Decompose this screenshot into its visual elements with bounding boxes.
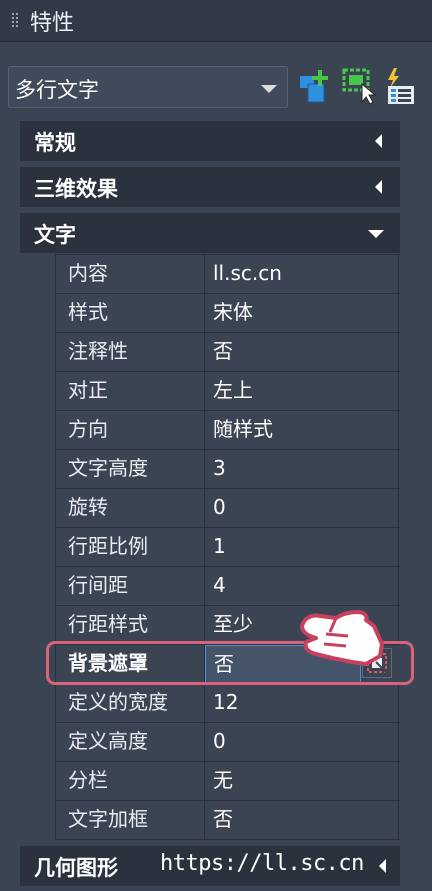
select-objects-icon — [342, 68, 377, 105]
property-name: 行距样式 — [56, 606, 205, 644]
toggle-pickadd-button[interactable] — [382, 66, 418, 106]
property-name: 文字加框 — [56, 801, 205, 839]
object-type-value: 多行文字 — [15, 78, 99, 102]
palette-title: 特性 — [30, 11, 75, 36]
quick-select-add-button[interactable] — [296, 66, 332, 106]
property-row-text-frame[interactable]: 文字加框 否 — [56, 801, 400, 840]
section-3d-effects-label: 三维效果 — [34, 177, 118, 201]
section-general[interactable]: 常规 — [20, 121, 400, 161]
property-name: 方向 — [56, 411, 205, 449]
property-value[interactable]: 4 — [205, 567, 399, 605]
property-name: 行间距 — [56, 567, 205, 605]
property-row-direction[interactable]: 方向 随样式 — [56, 411, 400, 450]
property-name: 内容 — [56, 255, 205, 293]
quick-select-add-icon — [300, 70, 328, 103]
toggle-pickadd-icon — [388, 68, 414, 104]
property-name: 旋转 — [56, 489, 205, 527]
section-text[interactable]: 文字 — [20, 213, 400, 253]
property-value[interactable]: ll.sc.cn — [205, 255, 399, 293]
property-row-line-spacing[interactable]: 行间距 4 — [56, 567, 400, 606]
expand-arrow-icon — [368, 230, 384, 238]
section-text-label: 文字 — [34, 223, 76, 247]
property-name: 样式 — [56, 294, 205, 332]
property-value[interactable]: 宋体 — [205, 294, 399, 332]
property-name: 对正 — [56, 372, 205, 410]
collapse-arrow-icon — [375, 134, 382, 148]
property-value[interactable]: 否 — [205, 333, 399, 371]
palette-title-bar[interactable]: 特性 — [0, 0, 432, 42]
property-row-line-space-factor[interactable]: 行距比例 1 — [56, 528, 400, 567]
pointing-hand-icon — [300, 610, 384, 666]
property-value[interactable]: 0 — [205, 723, 399, 761]
select-objects-button[interactable] — [340, 66, 377, 106]
property-row-defined-height[interactable]: 定义高度 0 — [56, 723, 400, 762]
property-row-defined-width[interactable]: 定义的宽度 12 — [56, 684, 400, 723]
property-value[interactable]: 随样式 — [205, 411, 399, 449]
property-row-content[interactable]: 内容 ll.sc.cn — [56, 255, 400, 294]
property-name: 定义高度 — [56, 723, 205, 761]
property-name: 定义的宽度 — [56, 684, 205, 722]
property-value[interactable]: 否 — [205, 801, 399, 839]
collapse-arrow-icon — [375, 180, 382, 194]
section-general-label: 常规 — [34, 131, 76, 155]
property-row-text-height[interactable]: 文字高度 3 — [56, 450, 400, 489]
section-3d-effects[interactable]: 三维效果 — [20, 167, 400, 207]
property-value[interactable]: 12 — [205, 684, 399, 722]
property-row-justify[interactable]: 对正 左上 — [56, 372, 400, 411]
property-value[interactable]: 3 — [205, 450, 399, 488]
watermark-url: https://ll.sc.cn — [160, 851, 364, 876]
property-name: 注释性 — [56, 333, 205, 371]
property-name: 行距比例 — [56, 528, 205, 566]
object-type-select[interactable]: 多行文字 — [8, 66, 288, 108]
grip-icon[interactable] — [12, 13, 18, 29]
property-value[interactable]: 无 — [205, 762, 399, 800]
section-geometry-label: 几何图形 — [34, 856, 118, 880]
property-name: 分栏 — [56, 762, 205, 800]
section-geometry[interactable]: 几何图形 https://ll.sc.cn — [20, 846, 400, 886]
property-row-style[interactable]: 样式 宋体 — [56, 294, 400, 333]
property-name: 背景遮罩 — [56, 645, 205, 683]
property-row-rotation[interactable]: 旋转 0 — [56, 489, 400, 528]
property-value[interactable]: 1 — [205, 528, 399, 566]
property-name: 文字高度 — [56, 450, 205, 488]
property-row-columns[interactable]: 分栏 无 — [56, 762, 400, 801]
property-value[interactable]: 左上 — [205, 372, 399, 410]
collapse-arrow-icon — [379, 859, 386, 873]
property-value[interactable]: 0 — [205, 489, 399, 527]
property-row-annotative[interactable]: 注释性 否 — [56, 333, 400, 372]
property-grid: 内容 ll.sc.cn 样式 宋体 注释性 否 对正 左上 方向 随样式 文字高… — [55, 254, 400, 840]
chevron-down-icon — [261, 85, 277, 93]
